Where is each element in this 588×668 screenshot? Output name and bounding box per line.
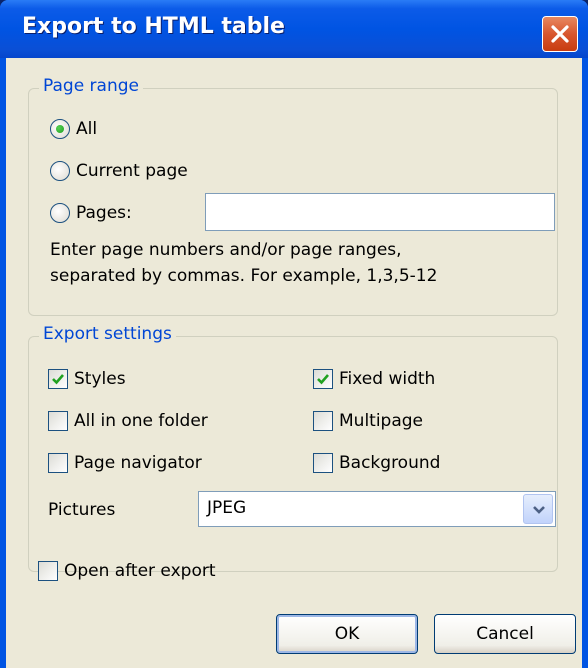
- fixed-width-check-box[interactable]: [313, 369, 333, 389]
- fixed-width-label: Fixed width: [339, 369, 436, 389]
- ok-button[interactable]: OK: [276, 614, 418, 654]
- background-checkbox[interactable]: Background: [313, 453, 440, 473]
- radio-current-page[interactable]: Current page: [50, 161, 188, 181]
- radio-current-page-button[interactable]: [50, 161, 70, 181]
- page-navigator-checkbox[interactable]: Page navigator: [48, 453, 202, 473]
- multipage-check-box[interactable]: [313, 411, 333, 431]
- background-label: Background: [339, 453, 441, 473]
- open-after-export-checkbox[interactable]: Open after export: [38, 561, 216, 581]
- all-in-one-folder-label: All in one folder: [74, 411, 208, 431]
- pages-input[interactable]: [205, 193, 555, 231]
- radio-all-label: All: [76, 119, 98, 139]
- pictures-dropdown-button[interactable]: [523, 494, 553, 524]
- page-range-hint-line1: Enter page numbers and/or page ranges,: [50, 240, 402, 260]
- close-button[interactable]: [542, 16, 578, 52]
- check-mark-icon: [317, 374, 329, 385]
- close-icon: [551, 25, 569, 43]
- radio-all[interactable]: All: [50, 119, 97, 139]
- open-after-export-check-box[interactable]: [38, 561, 58, 581]
- background-check-box[interactable]: [313, 453, 333, 473]
- page-navigator-label: Page navigator: [74, 453, 202, 473]
- radio-all-button[interactable]: [50, 119, 70, 139]
- pictures-select[interactable]: JPEG: [198, 491, 556, 527]
- chevron-down-icon: [533, 506, 545, 514]
- multipage-checkbox[interactable]: Multipage: [313, 411, 423, 431]
- all-in-one-folder-checkbox[interactable]: All in one folder: [48, 411, 208, 431]
- export-settings-group: Export settings Styles Fixed width All i…: [28, 324, 558, 572]
- pictures-select-value: JPEG: [207, 498, 247, 518]
- pictures-label: Pictures: [48, 500, 116, 520]
- radio-current-page-label: Current page: [76, 161, 188, 181]
- open-after-export-label: Open after export: [64, 561, 216, 581]
- export-dialog: Export to HTML table Page range All Curr…: [0, 0, 588, 668]
- all-in-one-folder-check-box[interactable]: [48, 411, 68, 431]
- dialog-body: Page range All Current page Pages: Enter…: [6, 58, 582, 668]
- radio-pages[interactable]: Pages:: [50, 203, 132, 223]
- page-navigator-check-box[interactable]: [48, 453, 68, 473]
- styles-check-box[interactable]: [48, 369, 68, 389]
- dialog-title: Export to HTML table: [22, 14, 285, 39]
- radio-selected-dot: [56, 125, 64, 133]
- multipage-label: Multipage: [339, 411, 424, 431]
- page-range-legend: Page range: [39, 76, 143, 96]
- fixed-width-checkbox[interactable]: Fixed width: [313, 369, 435, 389]
- styles-label: Styles: [74, 369, 126, 389]
- page-range-group: Page range All Current page Pages: Enter…: [28, 76, 558, 316]
- page-range-hint-line2: separated by commas. For example, 1,3,5-…: [50, 266, 438, 286]
- export-settings-legend: Export settings: [39, 324, 176, 344]
- radio-pages-label: Pages:: [76, 203, 132, 223]
- check-mark-icon: [52, 374, 64, 385]
- title-bar[interactable]: Export to HTML table: [0, 0, 588, 58]
- cancel-button[interactable]: Cancel: [434, 614, 576, 654]
- radio-pages-button[interactable]: [50, 203, 70, 223]
- styles-checkbox[interactable]: Styles: [48, 369, 126, 389]
